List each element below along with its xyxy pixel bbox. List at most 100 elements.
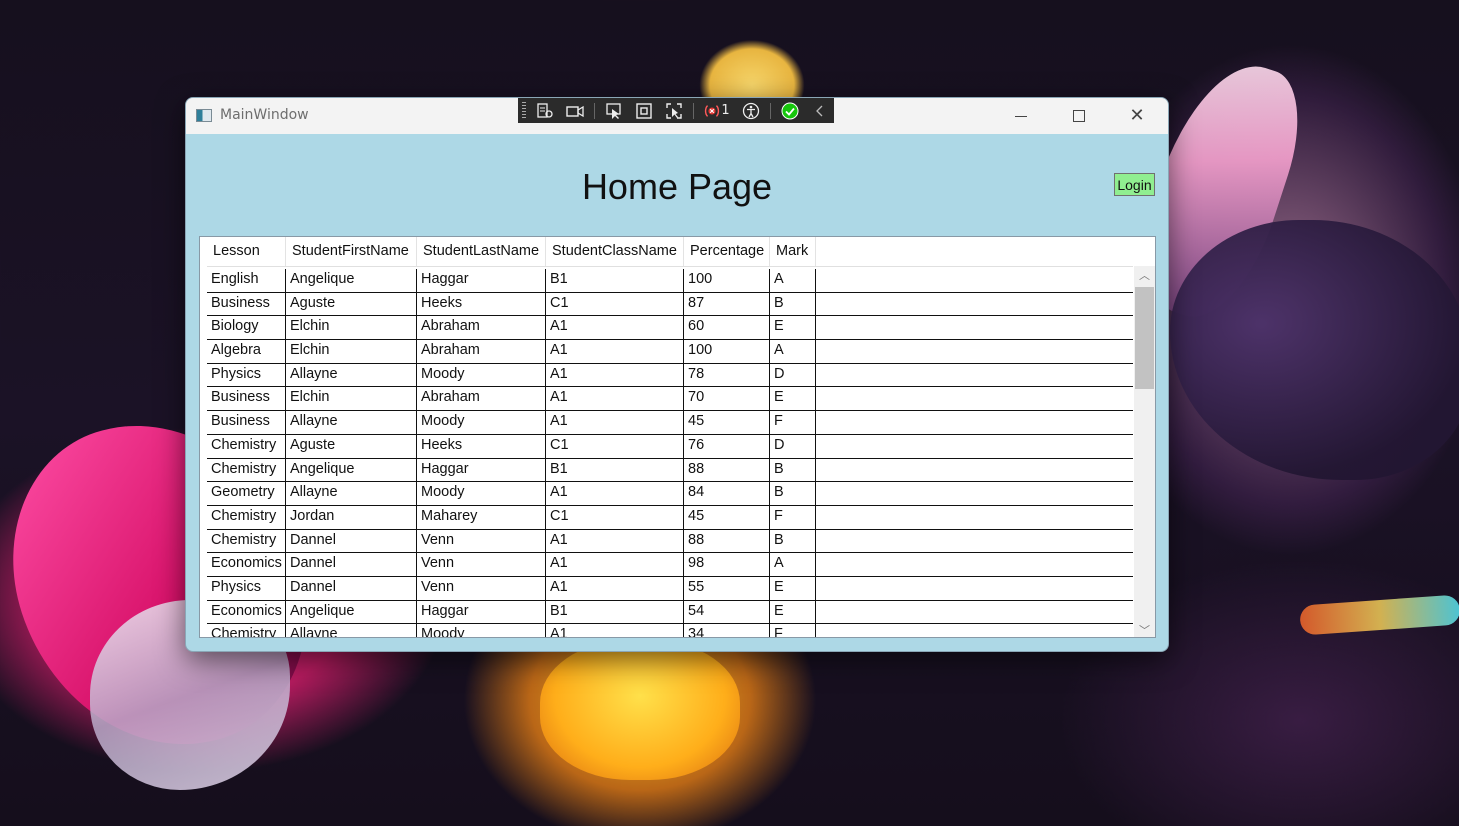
cell-first-name[interactable]: Allayne — [286, 363, 417, 387]
table-row[interactable]: Biology Elchin Abraham A1 60 E — [207, 316, 1133, 341]
cell-percentage[interactable]: 70 — [684, 387, 770, 411]
accessibility-icon[interactable] — [738, 101, 764, 121]
table-row[interactable]: Chemistry Jordan Maharey C1 45 F — [207, 505, 1133, 530]
cell-mark[interactable]: E — [770, 576, 816, 600]
cell-class-name[interactable]: A1 — [546, 624, 684, 637]
cell-last-name[interactable]: Abraham — [417, 387, 546, 411]
cell-first-name[interactable]: Allayne — [286, 411, 417, 434]
track-focus-icon[interactable] — [661, 101, 687, 121]
cell-last-name[interactable]: Venn — [417, 576, 546, 600]
cell-first-name[interactable]: Angelique — [286, 269, 417, 292]
cell-first-name[interactable]: Elchin — [286, 387, 417, 411]
cell-lesson[interactable]: Business — [207, 411, 286, 434]
cell-lesson[interactable]: Biology — [207, 316, 286, 340]
cell-last-name[interactable]: Abraham — [417, 340, 546, 363]
cell-percentage[interactable]: 88 — [684, 529, 770, 553]
table-row[interactable]: Geometry Allayne Moody A1 84 B — [207, 482, 1133, 506]
scrollbar-thumb[interactable] — [1135, 287, 1154, 389]
cell-lesson[interactable]: Geometry — [207, 482, 286, 505]
minimize-button[interactable] — [992, 98, 1050, 134]
cell-last-name[interactable]: Moody — [417, 624, 546, 637]
maximize-button[interactable] — [1050, 98, 1108, 134]
cell-class-name[interactable]: A1 — [546, 340, 684, 363]
cell-last-name[interactable]: Moody — [417, 363, 546, 387]
scroll-down-icon[interactable]: ﹀ — [1134, 621, 1155, 637]
column-header-percentage[interactable]: Percentage — [684, 237, 770, 266]
cell-class-name[interactable]: A1 — [546, 553, 684, 576]
column-header-student-last-name[interactable]: StudentLastName — [417, 237, 546, 266]
cell-percentage[interactable]: 60 — [684, 316, 770, 340]
table-row[interactable]: English Angelique Haggar B1 100 A — [207, 269, 1133, 293]
cell-class-name[interactable]: B1 — [546, 269, 684, 292]
cell-lesson[interactable]: Business — [207, 387, 286, 411]
login-button[interactable]: Login — [1114, 173, 1155, 196]
cell-first-name[interactable]: Allayne — [286, 624, 417, 637]
cell-last-name[interactable]: Haggar — [417, 269, 546, 292]
cell-percentage[interactable]: 88 — [684, 458, 770, 482]
cell-percentage[interactable]: 87 — [684, 292, 770, 316]
cell-class-name[interactable]: B1 — [546, 458, 684, 482]
table-row[interactable]: Algebra Elchin Abraham A1 100 A — [207, 340, 1133, 364]
cell-first-name[interactable]: Aguste — [286, 292, 417, 316]
column-header-student-class-name[interactable]: StudentClassName — [546, 237, 684, 266]
column-header-mark[interactable]: Mark — [770, 237, 816, 266]
cell-percentage[interactable]: 55 — [684, 576, 770, 600]
cell-mark[interactable]: B — [770, 482, 816, 505]
cell-class-name[interactable]: A1 — [546, 363, 684, 387]
cell-first-name[interactable]: Elchin — [286, 316, 417, 340]
cell-last-name[interactable]: Moody — [417, 411, 546, 434]
record-icon[interactable] — [562, 101, 588, 121]
cell-class-name[interactable]: C1 — [546, 434, 684, 458]
cell-last-name[interactable]: Haggar — [417, 458, 546, 482]
table-row[interactable]: Physics Dannel Venn A1 55 E — [207, 576, 1133, 601]
cell-class-name[interactable]: A1 — [546, 482, 684, 505]
cell-last-name[interactable]: Maharey — [417, 505, 546, 529]
cell-lesson[interactable]: Chemistry — [207, 624, 286, 637]
cell-mark[interactable]: E — [770, 387, 816, 411]
cell-percentage[interactable]: 98 — [684, 553, 770, 576]
cell-first-name[interactable]: Dannel — [286, 529, 417, 553]
cell-lesson[interactable]: Economics — [207, 553, 286, 576]
cell-mark[interactable]: B — [770, 292, 816, 316]
display-layout-adorners-icon[interactable] — [631, 101, 657, 121]
cell-lesson[interactable]: Chemistry — [207, 434, 286, 458]
close-button[interactable]: ✕ — [1108, 98, 1166, 134]
cell-mark[interactable]: B — [770, 458, 816, 482]
cell-lesson[interactable]: Algebra — [207, 340, 286, 363]
scroll-up-icon[interactable]: ︿ — [1134, 266, 1155, 284]
table-row[interactable]: Economics Dannel Venn A1 98 A — [207, 553, 1133, 577]
cell-class-name[interactable]: A1 — [546, 576, 684, 600]
live-visual-tree-icon[interactable] — [532, 101, 558, 121]
cell-last-name[interactable]: Heeks — [417, 292, 546, 316]
cell-class-name[interactable]: A1 — [546, 387, 684, 411]
column-header-student-first-name[interactable]: StudentFirstName — [286, 237, 417, 266]
cell-last-name[interactable]: Venn — [417, 529, 546, 553]
cell-first-name[interactable]: Allayne — [286, 482, 417, 505]
cell-mark[interactable]: E — [770, 316, 816, 340]
cell-percentage[interactable]: 45 — [684, 505, 770, 529]
cell-percentage[interactable]: 76 — [684, 434, 770, 458]
cell-last-name[interactable]: Moody — [417, 482, 546, 505]
cell-percentage[interactable]: 54 — [684, 600, 770, 624]
cell-first-name[interactable]: Dannel — [286, 553, 417, 576]
cell-last-name[interactable]: Abraham — [417, 316, 546, 340]
table-row[interactable]: Chemistry Allayne Moody A1 34 F — [207, 624, 1133, 637]
toolbar-grip[interactable] — [522, 102, 526, 119]
cell-mark[interactable]: D — [770, 363, 816, 387]
cell-first-name[interactable]: Aguste — [286, 434, 417, 458]
cell-lesson[interactable]: Chemistry — [207, 505, 286, 529]
cell-lesson[interactable]: Physics — [207, 363, 286, 387]
column-header-lesson[interactable]: Lesson — [207, 237, 286, 266]
cell-percentage[interactable]: 100 — [684, 340, 770, 363]
cell-lesson[interactable]: Physics — [207, 576, 286, 600]
cell-class-name[interactable]: B1 — [546, 600, 684, 624]
cell-lesson[interactable]: Chemistry — [207, 529, 286, 553]
title-bar[interactable]: MainWindow 1 ✕ — [186, 98, 1168, 134]
cell-lesson[interactable]: Economics — [207, 600, 286, 624]
cell-mark[interactable]: F — [770, 624, 816, 637]
cell-mark[interactable]: A — [770, 269, 816, 292]
cell-first-name[interactable]: Jordan — [286, 505, 417, 529]
cell-class-name[interactable]: C1 — [546, 292, 684, 316]
table-row[interactable]: Economics Angelique Haggar B1 54 E — [207, 600, 1133, 625]
select-element-icon[interactable] — [601, 101, 627, 121]
